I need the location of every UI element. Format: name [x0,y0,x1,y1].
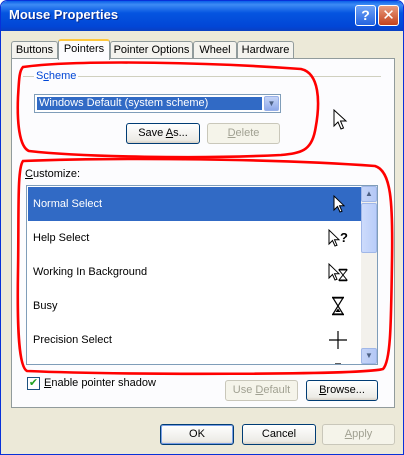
close-icon: ✕ [382,7,395,24]
apply-button[interactable]: Apply [322,424,395,445]
list-item-normal-select[interactable]: Normal Select [28,187,361,221]
pointer-list[interactable]: Normal Select Help Select ? Working In B… [26,185,378,365]
enable-shadow-checkbox[interactable]: ✔ [27,377,40,390]
close-button[interactable]: ✕ [378,5,399,26]
text-select-pointer-icon [335,363,341,364]
save-as-button[interactable]: Save As... [126,123,200,144]
hourglass-icon [331,296,345,316]
list-item-label: Normal Select [33,198,103,210]
scheme-group-label: Scheme [34,70,79,82]
enable-shadow-label[interactable]: Enable pointer shadow [44,377,156,389]
scheme-select[interactable]: Windows Default (system scheme) ▼ [34,94,281,113]
customize-label: Customize: [25,168,81,180]
crosshair-icon [329,331,347,349]
list-item-busy[interactable]: Busy [28,289,361,323]
tab-hardware[interactable]: Hardware [237,41,294,59]
ok-button[interactable]: OK [160,424,234,445]
tab-buttons[interactable]: Buttons [11,41,58,59]
working-background-pointer-icon [328,262,349,282]
list-item-label: Precision Select [33,334,112,346]
use-default-button[interactable]: Use Default [225,380,298,401]
title-bar[interactable]: Mouse Properties ? ✕ [1,1,403,31]
scroll-up-icon[interactable]: ▲ [361,186,377,202]
scheme-select-value: Windows Default (system scheme) [37,97,262,110]
scroll-thumb[interactable] [361,203,377,253]
list-item-help-select[interactable]: Help Select ? [28,221,361,255]
scroll-down-icon[interactable]: ▼ [361,348,377,364]
window-title: Mouse Properties [9,7,119,22]
list-item-precision-select[interactable]: Precision Select [28,323,361,357]
browse-button[interactable]: Browse... [306,380,378,401]
list-item-label: Busy [33,300,58,312]
arrow-pointer-icon [333,194,346,213]
pointer-preview-icon [333,109,348,130]
help-button[interactable]: ? [355,5,376,26]
mouse-properties-window: Mouse Properties ? ✕ Buttons Pointers Po… [0,0,404,455]
list-item-label: Help Select [33,232,90,244]
chevron-down-icon[interactable]: ▼ [264,96,279,111]
help-select-pointer-icon: ? [328,228,348,247]
delete-button[interactable]: Delete [207,123,280,144]
scheme-group [23,76,381,152]
list-scrollbar[interactable]: ▲ ▼ [361,186,377,364]
help-icon: ? [361,7,370,23]
cancel-button[interactable]: Cancel [242,424,316,445]
list-item-working-in-background[interactable]: Working In Background [28,255,361,289]
tab-wheel[interactable]: Wheel [193,41,237,59]
svg-text:?: ? [340,230,348,245]
tab-pointers[interactable]: Pointers [58,39,110,60]
list-item-label: Working In Background [33,266,148,278]
tab-pointer-options[interactable]: Pointer Options [110,41,193,59]
list-item-text-select-partial[interactable] [28,357,361,364]
